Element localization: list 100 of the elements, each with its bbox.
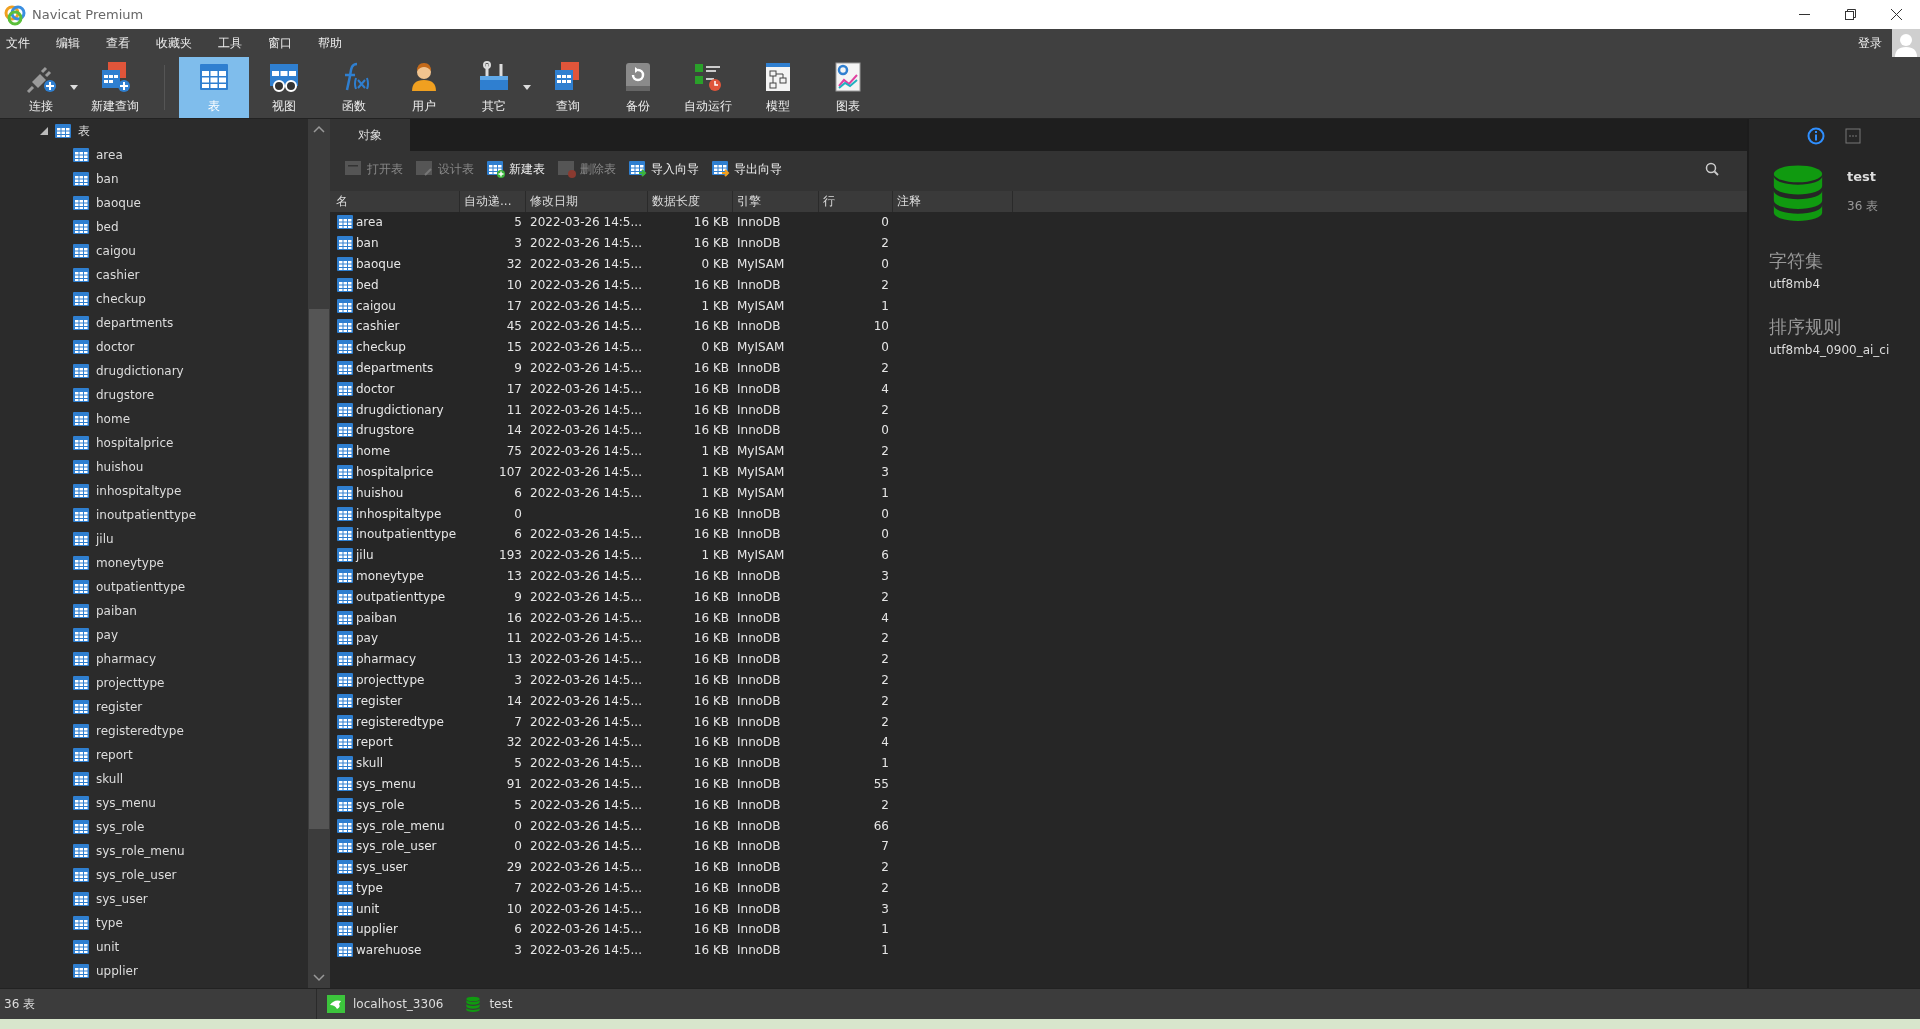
expanded-arrow-icon[interactable] [40,127,48,135]
column-header[interactable]: 名 [330,191,460,212]
table-cell-text: MyISAM [736,463,786,481]
tree-item[interactable]: baoque [96,196,141,210]
table-cell-text: MyISAM [736,484,786,502]
tree-item[interactable]: ban [96,172,119,186]
table-cell-text: 2 [880,588,890,606]
table-icon [336,755,354,772]
table-cell: sys_role [356,797,405,812]
table-cell-text: 2022-03-26 14:5... [529,859,643,877]
tab[interactable]: 对象 [330,119,410,151]
menu-item[interactable]: 查看 [106,34,130,52]
tree-item[interactable]: area [96,148,123,162]
menu-item[interactable]: 帮助 [318,34,342,52]
tree-item[interactable]: home [96,412,131,426]
toolbar-button[interactable]: 连接 [6,57,76,118]
table-cell-text: 0 [880,526,890,544]
tree-item[interactable]: cashier [96,268,140,282]
scrollbar-thumb[interactable] [309,309,329,829]
tree-item[interactable]: drugstore [96,388,155,402]
dropdown-caret-icon[interactable] [523,85,531,90]
table-cell-text: InnoDB [736,838,782,856]
login-link[interactable]: 登录 [1858,34,1882,52]
toolbar-button[interactable]: 图表 [813,57,883,118]
table-icon [336,775,354,792]
toolbar-button[interactable]: 导入向导 [628,160,699,178]
tree-item[interactable]: type [96,916,123,930]
toolbar-button[interactable]: 新建查询 [80,57,150,118]
tree-item[interactable]: paiban [96,604,137,618]
menu-item[interactable]: 编辑 [56,34,80,52]
tree-item[interactable]: upplier [96,964,138,978]
table-cell-text: 14 [505,692,523,710]
toolbar-button[interactable]: 用户 [389,57,459,118]
tree-item[interactable]: sys_menu [96,796,156,810]
tree-item[interactable]: inhospitaltype [96,484,182,498]
table-cell-text: 2022-03-26 14:5... [529,838,643,856]
toolbar-button[interactable]: 模型 [743,57,813,118]
tree-item[interactable]: projecttype [96,676,165,690]
toolbar-button[interactable]: 导出向导 [711,160,782,178]
tree-item[interactable]: bed [96,220,119,234]
tree-item[interactable]: moneytype [96,556,164,570]
tree-item[interactable]: jilu [96,532,114,546]
tree-item[interactable]: registeredtype [96,724,184,738]
collation-value: utf8mb4_0900_ai_ci [1769,343,1891,357]
table-cell-text: 10 [505,900,523,918]
table-cell-text: 5 [513,796,523,814]
tree-item[interactable]: sys_role [96,820,145,834]
dropdown-caret-icon[interactable] [70,85,78,90]
tree-item[interactable]: pay [96,628,119,642]
table-cell: inoutpatienttype [356,527,457,542]
tree-item[interactable]: sys_role_menu [96,844,185,858]
table-icon [336,692,354,709]
toolbar-button[interactable]: 函数 [319,57,389,118]
tree-item[interactable]: skull [96,772,124,786]
table-cell-text: 16 KB [692,921,730,939]
tree-item[interactable]: pharmacy [96,652,157,666]
tree-item[interactable]: hospitalprice [96,436,174,450]
toolbar-button[interactable]: 视图 [249,57,319,118]
column-header[interactable]: 引擎 [733,191,819,212]
column-header[interactable]: 自动递... [460,191,526,212]
table-cell-text: 2022-03-26 14:5... [529,755,643,773]
table-icon [72,795,90,811]
tree-item[interactable]: 表 [78,122,90,140]
table-icon [72,963,90,979]
toolbar-button[interactable]: 自动运行 [673,57,743,118]
menu-item[interactable]: 窗口 [268,34,292,52]
menu-item[interactable]: 收藏夹 [156,34,192,52]
column-header[interactable]: 数据长度 [648,191,733,212]
table-cell-text: 16 KB [692,838,730,856]
tree-item[interactable]: report [96,748,133,762]
toolbar-button[interactable]: 新建表 [486,160,545,178]
tree-item[interactable]: doctor [96,340,135,354]
tree-item[interactable]: sys_role_user [96,868,177,882]
table-icon [336,817,354,834]
info-icon[interactable] [1807,127,1825,145]
toolbar-button[interactable]: 其它 [459,57,529,118]
tree-item[interactable]: drugdictionary [96,364,184,378]
tree-item[interactable]: outpatienttype [96,580,186,594]
column-header[interactable]: 注释 [893,191,1013,212]
tree-item[interactable]: caigou [96,244,136,258]
menu-item[interactable]: 文件 [6,34,30,52]
tree-item[interactable]: unit [96,940,120,954]
table-icon [336,838,354,855]
toolbar-button[interactable]: 查询 [533,57,603,118]
toolbar-button[interactable]: 备份 [603,57,673,118]
table-icon [336,900,354,917]
menu-item[interactable]: 工具 [218,34,242,52]
design-table-icon [415,160,435,178]
tree-item[interactable]: huishou [96,460,144,474]
tree-item[interactable]: departments [96,316,174,330]
tree-item[interactable]: sys_user [96,892,148,906]
table-cell-text: 32 [505,734,523,752]
column-header[interactable]: 修改日期 [526,191,648,212]
tree-item[interactable]: inoutpatienttype [96,508,197,522]
table-cell-text: 16 KB [692,734,730,752]
table-cell-text: 1 [880,484,890,502]
table-cell-text: 2022-03-26 14:5... [529,692,643,710]
tree-item[interactable]: checkup [96,292,146,306]
column-header[interactable]: 行 [819,191,893,212]
tree-item[interactable]: register [96,700,143,714]
